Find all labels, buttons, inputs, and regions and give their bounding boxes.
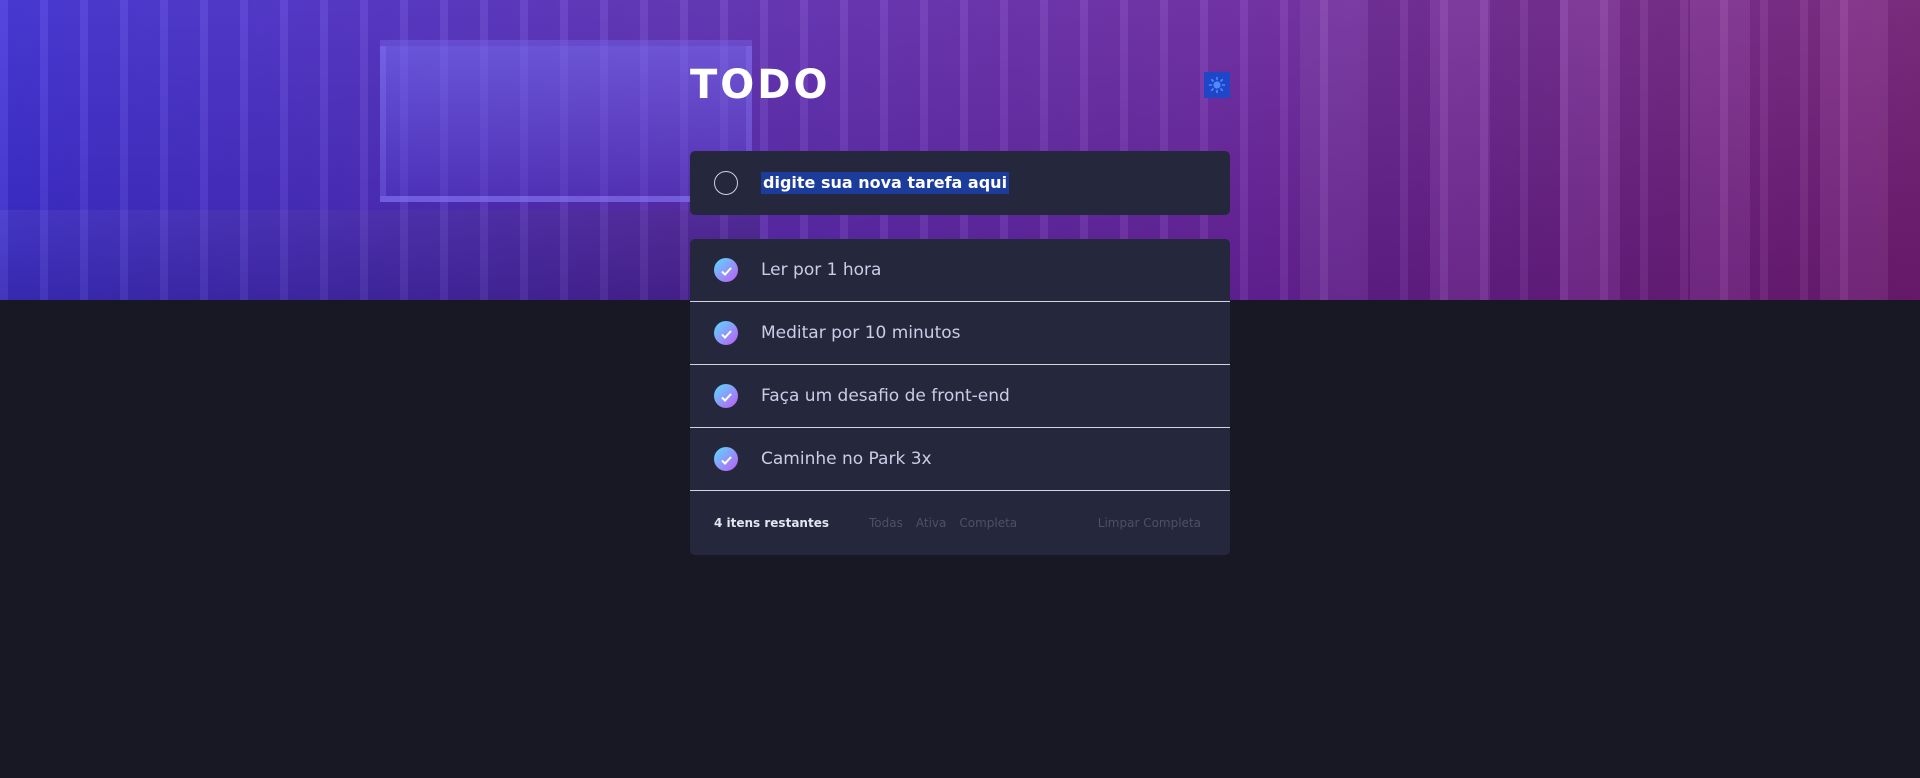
app-title: TODO xyxy=(690,62,831,108)
todo-item[interactable]: Caminhe no Park 3x xyxy=(690,428,1230,491)
theme-toggle-button[interactable] xyxy=(1204,72,1230,98)
todo-item[interactable]: Meditar por 10 minutos xyxy=(690,302,1230,365)
todo-footer: 4 itens restantes Todas Ativa Completa L… xyxy=(690,491,1230,555)
todo-checkbox[interactable] xyxy=(714,384,738,408)
todo-item[interactable]: Faça um desafio de front-end xyxy=(690,365,1230,428)
app-header: TODO xyxy=(690,60,1230,110)
check-icon xyxy=(720,387,732,406)
todo-text: Ler por 1 hora xyxy=(761,260,882,280)
new-todo-input[interactable]: digite sua nova tarefa aqui xyxy=(761,172,1010,194)
todo-checkbox[interactable] xyxy=(714,321,738,345)
hero-pillars-image xyxy=(1300,0,1920,300)
todo-app: TODO digite sua nova tarefa aqui Ler por… xyxy=(690,60,1230,555)
check-icon xyxy=(720,324,732,343)
todo-item[interactable]: Ler por 1 hora xyxy=(690,239,1230,302)
filter-active[interactable]: Ativa xyxy=(916,516,947,530)
hero-floor-image xyxy=(0,210,760,300)
filter-group: Todas Ativa Completa xyxy=(869,516,1098,530)
new-todo-field[interactable]: digite sua nova tarefa aqui xyxy=(690,151,1230,215)
filter-completed[interactable]: Completa xyxy=(959,516,1017,530)
todo-checkbox[interactable] xyxy=(714,258,738,282)
filter-all[interactable]: Todas xyxy=(869,516,903,530)
clear-completed-button[interactable]: Limpar Completa xyxy=(1098,516,1201,530)
check-icon xyxy=(720,450,732,469)
todo-text: Caminhe no Park 3x xyxy=(761,449,932,469)
check-icon xyxy=(720,261,732,280)
new-todo-circle[interactable] xyxy=(714,171,738,195)
todo-text: Meditar por 10 minutos xyxy=(761,323,961,343)
todo-checkbox[interactable] xyxy=(714,447,738,471)
todo-text: Faça um desafio de front-end xyxy=(761,386,1010,406)
sun-icon xyxy=(1208,76,1226,94)
items-left-count: 4 itens restantes xyxy=(714,516,829,530)
todo-list: Ler por 1 hora Meditar por 10 minutos Fa… xyxy=(690,239,1230,491)
